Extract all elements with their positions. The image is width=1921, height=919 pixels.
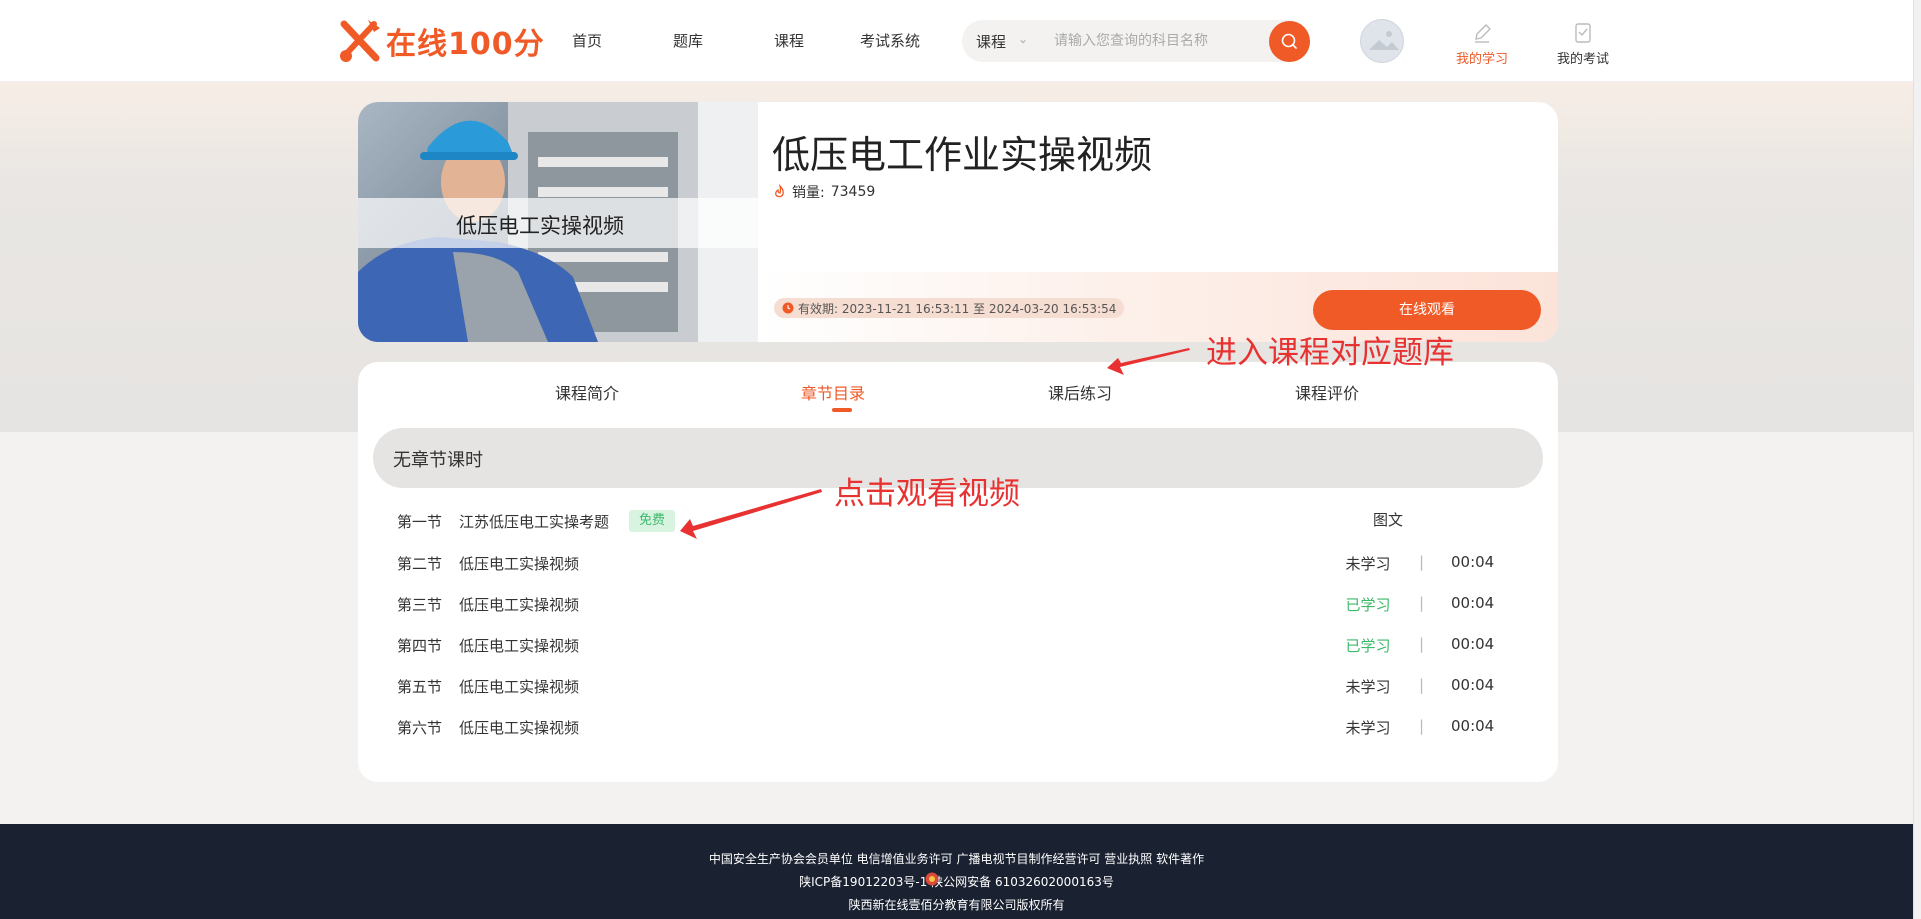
lesson-row[interactable]: 第六节 低压电工实操视频 未学习 | 00:04 <box>358 712 1558 742</box>
my-exam-label: 我的考试 <box>1556 52 1609 67</box>
course-card: 低压电工实操视频 低压电工作业实操视频 销量: 73459 有效期: 2023-… <box>358 102 1558 342</box>
lesson-number: 第二节 <box>397 555 443 573</box>
validity-badge: 有效期: 2023-11-21 16:53:11 至 2024-03-20 16… <box>774 298 1125 318</box>
tab-exercises[interactable]: 课后练习 <box>1048 380 1112 404</box>
annotation-exercise-label: 进入课程对应题库 <box>1206 335 1454 371</box>
course-thumbnail[interactable]: 低压电工实操视频 <box>358 102 758 342</box>
clock-icon <box>782 302 794 314</box>
search-icon <box>1281 33 1297 49</box>
top-header: 在线100分 首页 题库 课程 考试系统 课程 ⌄ 我的学习 我的考试 <box>0 0 1921 82</box>
lesson-status: 未学习 <box>1345 678 1391 696</box>
checklist-icon <box>1575 23 1591 43</box>
lesson-duration: 00:04 <box>1451 553 1495 571</box>
lesson-row[interactable]: 第五节 低压电工实操视频 未学习 | 00:04 <box>358 671 1558 701</box>
search-button[interactable] <box>1269 21 1310 62</box>
lesson-number: 第四节 <box>397 637 443 655</box>
my-study-link[interactable]: 我的学习 <box>1447 22 1517 67</box>
lesson-name: 低压电工实操视频 <box>459 596 580 614</box>
logo-text: 在线100分 <box>386 27 545 62</box>
lesson-number: 第三节 <box>397 596 443 614</box>
lesson-name: 低压电工实操视频 <box>459 678 580 696</box>
free-badge: 免费 <box>629 510 676 532</box>
lesson-name: 低压电工实操视频 <box>459 637 580 655</box>
divider: | <box>1419 676 1425 694</box>
site-logo[interactable]: 在线100分 <box>338 18 545 64</box>
divider: | <box>1419 594 1425 612</box>
search-bar: 课程 ⌄ <box>962 20 1310 62</box>
active-tab-indicator <box>832 408 852 412</box>
my-exam-link[interactable]: 我的考试 <box>1548 22 1618 67</box>
footer-icp-text[interactable]: 陕ICP备19012203号-1 陕公网安备 61032602000163号 <box>799 875 1114 889</box>
section-title: 无章节课时 <box>393 450 483 471</box>
tools-logo-icon <box>340 20 380 62</box>
lesson-name: 低压电工实操视频 <box>459 719 580 737</box>
thumbnail-caption: 低压电工实操视频 <box>358 198 758 248</box>
sales-value: 73459 <box>830 184 876 200</box>
search-category-select[interactable]: 课程 <box>976 31 1006 52</box>
lesson-number: 第五节 <box>397 678 443 696</box>
avatar[interactable] <box>1360 19 1404 63</box>
tab-reviews[interactable]: 课程评价 <box>1295 380 1359 404</box>
thumbnail-caption-text: 低压电工实操视频 <box>456 214 624 238</box>
fire-icon <box>775 184 784 198</box>
chevron-down-icon[interactable]: ⌄ <box>1018 32 1028 46</box>
lesson-duration: 00:04 <box>1451 594 1495 612</box>
lesson-status: 已学习 <box>1345 596 1391 614</box>
nav-home[interactable]: 首页 <box>572 30 602 51</box>
pencil-icon <box>1475 24 1491 43</box>
nav-exam-system[interactable]: 考试系统 <box>860 30 920 51</box>
search-input[interactable] <box>1054 27 1254 55</box>
lesson-row[interactable]: 第三节 低压电工实操视频 已学习 | 00:04 <box>358 589 1558 619</box>
validity-text: 有效期: 2023-11-21 16:53:11 至 2024-03-20 16… <box>798 301 1117 316</box>
lesson-row[interactable]: 第二节 低压电工实操视频 未学习 | 00:04 <box>358 548 1558 578</box>
footer-copyright: 陕西新在线壹佰分教育有限公司版权所有 <box>848 898 1065 912</box>
nav-courses[interactable]: 课程 <box>774 30 804 51</box>
lesson-duration: 00:04 <box>1451 676 1495 694</box>
nav-question-bank[interactable]: 题库 <box>673 30 703 51</box>
lesson-number: 第一节 <box>397 513 443 531</box>
site-footer: 中国安全生产协会会员单位 电信增值业务许可 广播电视节目制作经营许可 营业执照 … <box>0 824 1913 919</box>
lesson-type: 图文 <box>1373 511 1404 529</box>
course-title: 低压电工作业实操视频 <box>772 133 1153 177</box>
sales-label: 销量: <box>792 185 825 201</box>
lesson-name: 低压电工实操视频 <box>459 555 580 573</box>
divider: | <box>1419 553 1425 571</box>
lesson-status: 未学习 <box>1345 719 1391 737</box>
lesson-row[interactable]: 第四节 低压电工实操视频 已学习 | 00:04 <box>358 630 1558 660</box>
watch-online-button[interactable]: 在线观看 <box>1313 290 1541 330</box>
course-content-panel: 课程简介 章节目录 课后练习 课程评价 无章节课时 第一节 江苏低压电工实操考题… <box>358 362 1558 782</box>
sales-count: 销量: 73459 <box>772 182 875 202</box>
divider: | <box>1419 717 1425 735</box>
footer-links[interactable]: 中国安全生产协会会员单位 电信增值业务许可 广播电视节目制作经营许可 营业执照 … <box>0 850 1913 867</box>
tab-chapters[interactable]: 章节目录 <box>801 380 865 404</box>
police-badge-icon <box>925 872 939 886</box>
lesson-number: 第六节 <box>397 719 443 737</box>
lesson-status: 已学习 <box>1345 637 1391 655</box>
lesson-status: 未学习 <box>1345 555 1391 573</box>
tab-intro[interactable]: 课程简介 <box>555 380 619 404</box>
lesson-duration: 00:04 <box>1451 635 1495 653</box>
avatar-image-icon <box>1369 31 1399 50</box>
page-scrollbar[interactable] <box>1913 0 1921 919</box>
divider: | <box>1419 635 1425 653</box>
lesson-name: 江苏低压电工实操考题 <box>459 513 610 531</box>
lesson-duration: 00:04 <box>1451 717 1495 735</box>
my-study-label: 我的学习 <box>1455 52 1508 67</box>
annotation-watch-label: 点击观看视频 <box>834 476 1020 512</box>
footer-icp: 陕ICP备19012203号-1 陕公网安备 61032602000163号 <box>0 873 1913 890</box>
